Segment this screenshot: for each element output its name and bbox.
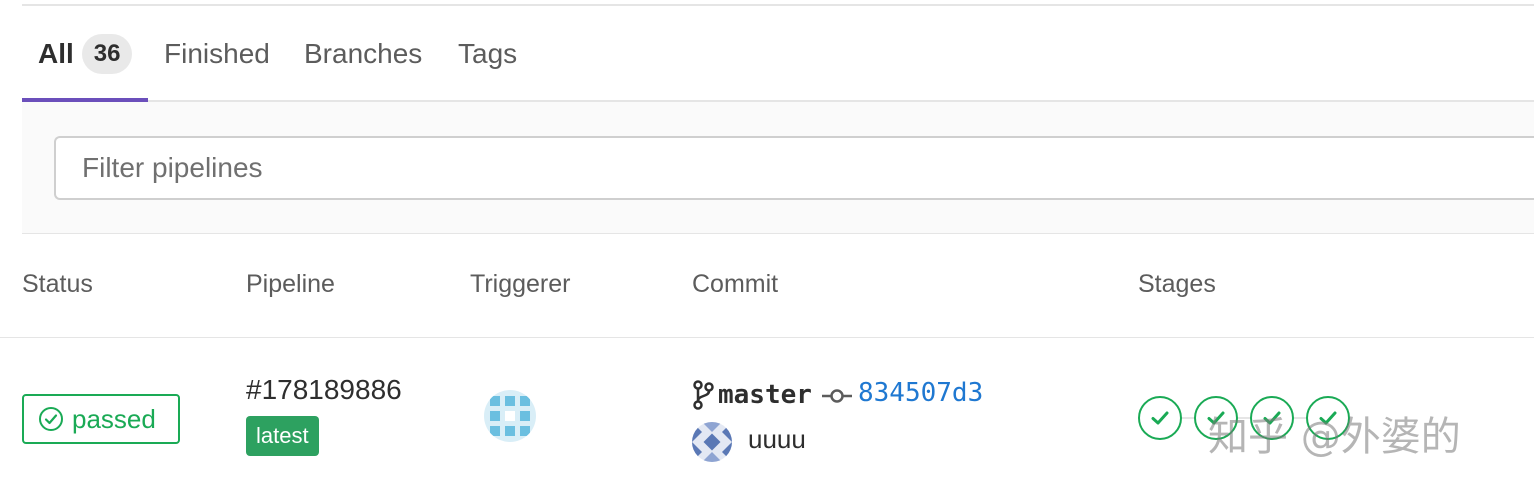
column-header-stages: Stages: [1138, 270, 1216, 298]
pipeline-tabs: All 36 Finished Branches Tags: [22, 6, 1534, 102]
check-icon: [1151, 411, 1169, 425]
branch-icon: [693, 380, 714, 410]
column-header-triggerer: Triggerer: [470, 270, 571, 298]
tab-all-count-badge: 36: [81, 34, 133, 74]
column-header-pipeline: Pipeline: [246, 270, 335, 298]
pipeline-id-link[interactable]: #178189886: [246, 374, 402, 406]
tab-tags-label: Tags: [458, 38, 518, 69]
commit-title-link[interactable]: uuuu: [748, 424, 806, 455]
tab-all[interactable]: All 36: [38, 6, 133, 102]
branch-name-link[interactable]: master: [718, 380, 812, 410]
tab-tags[interactable]: Tags: [458, 6, 517, 102]
tab-branches[interactable]: Branches: [304, 6, 422, 102]
commit-author-avatar[interactable]: [692, 422, 732, 462]
tab-finished-label: Finished: [164, 38, 270, 69]
check-circle-icon: [39, 407, 63, 431]
watermark-text: 知乎 @外婆的: [1208, 414, 1461, 460]
triggerer-avatar[interactable]: [484, 390, 536, 442]
tab-branches-label: Branches: [304, 38, 423, 69]
table-header: Status Pipeline Triggerer Commit Stages: [0, 234, 1534, 338]
column-header-commit: Commit: [692, 270, 779, 298]
latest-badge: latest: [246, 416, 319, 456]
filter-bar: [22, 102, 1534, 234]
commit-icon: [822, 389, 852, 403]
status-badge[interactable]: passed: [22, 394, 180, 444]
column-header-status: Status: [22, 270, 93, 298]
status-label: passed: [72, 403, 156, 434]
tab-finished[interactable]: Finished: [164, 6, 270, 102]
stage-1-status[interactable]: [1138, 396, 1182, 440]
tab-all-label: All: [38, 38, 74, 69]
filter-pipelines-input[interactable]: [54, 136, 1534, 200]
commit-sha-link[interactable]: 834507d3: [858, 378, 983, 408]
stage-connector: [1182, 417, 1194, 419]
